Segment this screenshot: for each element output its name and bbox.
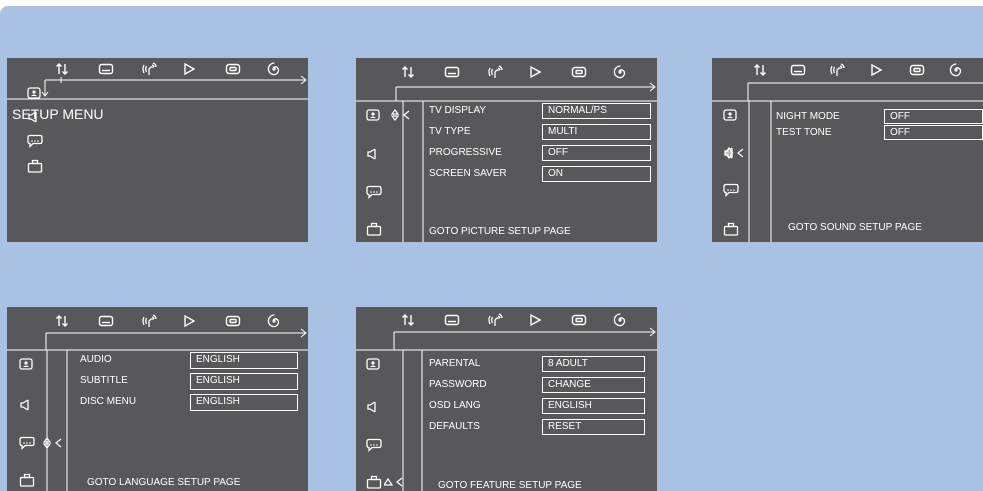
language-icon[interactable] [19, 436, 35, 455]
picture-icon[interactable] [366, 108, 380, 126]
setting-value-field[interactable]: NORMAL/PS [542, 103, 651, 119]
setting-value-field[interactable]: OFF [884, 109, 983, 124]
speaker-icon[interactable] [27, 110, 39, 128]
setting-label: PASSWORD [429, 379, 487, 390]
setup-menu-title: SETUP MENU [12, 106, 104, 122]
play-icon[interactable] [529, 313, 542, 331]
subtitle-icon[interactable] [444, 65, 460, 83]
setting-value-field[interactable]: ENGLISH [542, 398, 645, 414]
setting-value-field[interactable]: OFF [884, 125, 983, 140]
audio-icon[interactable] [141, 62, 159, 81]
repeat-icon[interactable] [613, 313, 627, 332]
audio-icon[interactable] [829, 63, 847, 82]
feature-icon[interactable] [366, 475, 382, 491]
selection-arrow-up-icon [382, 475, 404, 491]
goto-feature-setup-page[interactable]: GOTO FEATURE SETUP PAGE [438, 480, 582, 491]
setting-label: PROGRESSIVE [429, 147, 502, 158]
subtitle-icon[interactable] [444, 313, 460, 331]
sound-setup-screen: GOTO SOUND SETUP PAGE NIGHT MODE OFF TEST … [712, 58, 983, 242]
repeat-icon[interactable] [613, 65, 627, 84]
audio-subtitle-toggle-icon[interactable] [401, 65, 415, 83]
repeat-icon[interactable] [267, 314, 281, 333]
feature-icon[interactable] [19, 473, 35, 491]
repeat-icon[interactable] [267, 62, 281, 81]
picture-setup-screen: GOTO PICTURE SETUP PAGE TV DISPLAY NORMAL… [356, 58, 657, 242]
dvd-icon[interactable] [225, 314, 241, 332]
picture-icon[interactable] [366, 357, 380, 375]
repeat-icon[interactable] [949, 63, 963, 82]
setting-value-field[interactable]: 8 ADULT [542, 356, 645, 372]
picture-icon[interactable] [19, 357, 33, 375]
setting-label: DEFAULTS [429, 421, 480, 432]
setting-label: DISC MENU [80, 396, 137, 407]
setting-label: NIGHT MODE [776, 111, 840, 122]
selection-arrows-icon [390, 108, 411, 126]
dvd-icon[interactable] [571, 313, 587, 331]
dvd-icon[interactable] [225, 62, 241, 80]
audio-subtitle-toggle-icon[interactable] [401, 313, 415, 331]
setting-label: PARENTAL [429, 358, 481, 369]
setting-label: TEST TONE [776, 127, 832, 138]
setting-label: OSD LANG [429, 400, 481, 411]
language-icon[interactable] [27, 134, 43, 153]
setting-label: SCREEN SAVER [429, 168, 507, 179]
feature-setup-screen: GOTO FEATURE SETUP PAGE PARENTAL 8 ADULT P… [356, 307, 657, 491]
audio-subtitle-toggle-icon[interactable] [55, 314, 69, 332]
audio-icon[interactable] [487, 313, 505, 332]
setting-label: AUDIO [80, 354, 112, 365]
toolbar-lines [7, 75, 308, 100]
picture-icon[interactable] [723, 108, 737, 126]
goto-language-setup-page[interactable]: GOTO LANGUAGE SETUP PAGE [87, 477, 240, 489]
audio-icon[interactable] [487, 65, 505, 84]
dvd-icon[interactable] [909, 63, 925, 81]
audio-subtitle-toggle-icon[interactable] [753, 63, 767, 81]
subtitle-icon[interactable] [790, 63, 806, 81]
picture-icon[interactable] [27, 86, 41, 104]
language-icon[interactable] [723, 183, 739, 202]
setting-label: TV DISPLAY [429, 105, 487, 116]
feature-icon[interactable] [723, 222, 739, 241]
speaker-icon[interactable] [366, 400, 378, 418]
speaker-icon[interactable] [19, 398, 31, 416]
feature-icon[interactable] [366, 222, 382, 241]
setting-value-field[interactable]: OFF [542, 145, 651, 161]
setting-value-field[interactable]: ENGLISH [190, 373, 298, 390]
setting-value-field[interactable]: ENGLISH [190, 352, 298, 369]
setting-label: TV TYPE [429, 126, 471, 137]
setting-value-field[interactable]: MULTI [542, 124, 651, 140]
goto-sound-setup-page[interactable]: GOTO SOUND SETUP PAGE [788, 222, 922, 234]
subtitle-icon[interactable] [98, 314, 114, 332]
play-icon[interactable] [183, 62, 196, 80]
feature-icon[interactable] [27, 159, 43, 178]
language-icon[interactable] [366, 185, 382, 204]
subtitle-icon[interactable] [98, 62, 114, 80]
selection-arrows-icon [42, 436, 63, 454]
setting-value-field[interactable]: ON [542, 166, 651, 182]
language-icon[interactable] [366, 438, 382, 457]
goto-picture-setup-page[interactable]: GOTO PICTURE SETUP PAGE [429, 226, 571, 238]
setting-value-field[interactable]: ENGLISH [190, 394, 298, 411]
setting-value-field[interactable]: RESET [542, 419, 645, 435]
play-icon[interactable] [529, 65, 542, 83]
audio-icon[interactable] [141, 314, 159, 333]
dvd-icon[interactable] [571, 65, 587, 83]
setup-menu-screen: SETUP MENU [7, 58, 308, 242]
play-icon[interactable] [183, 314, 196, 332]
selection-arrows-icon [724, 146, 745, 164]
sound-page-lines [712, 82, 983, 242]
setting-value-field[interactable]: CHANGE [542, 377, 645, 393]
play-icon[interactable] [870, 63, 883, 81]
language-setup-screen: GOTO LANGUAGE SETUP PAGE AUDIO ENGLISH SUB… [7, 307, 308, 491]
setting-label: SUBTITLE [80, 375, 128, 386]
audio-subtitle-toggle-icon[interactable] [55, 62, 69, 80]
speaker-icon[interactable] [366, 147, 378, 165]
